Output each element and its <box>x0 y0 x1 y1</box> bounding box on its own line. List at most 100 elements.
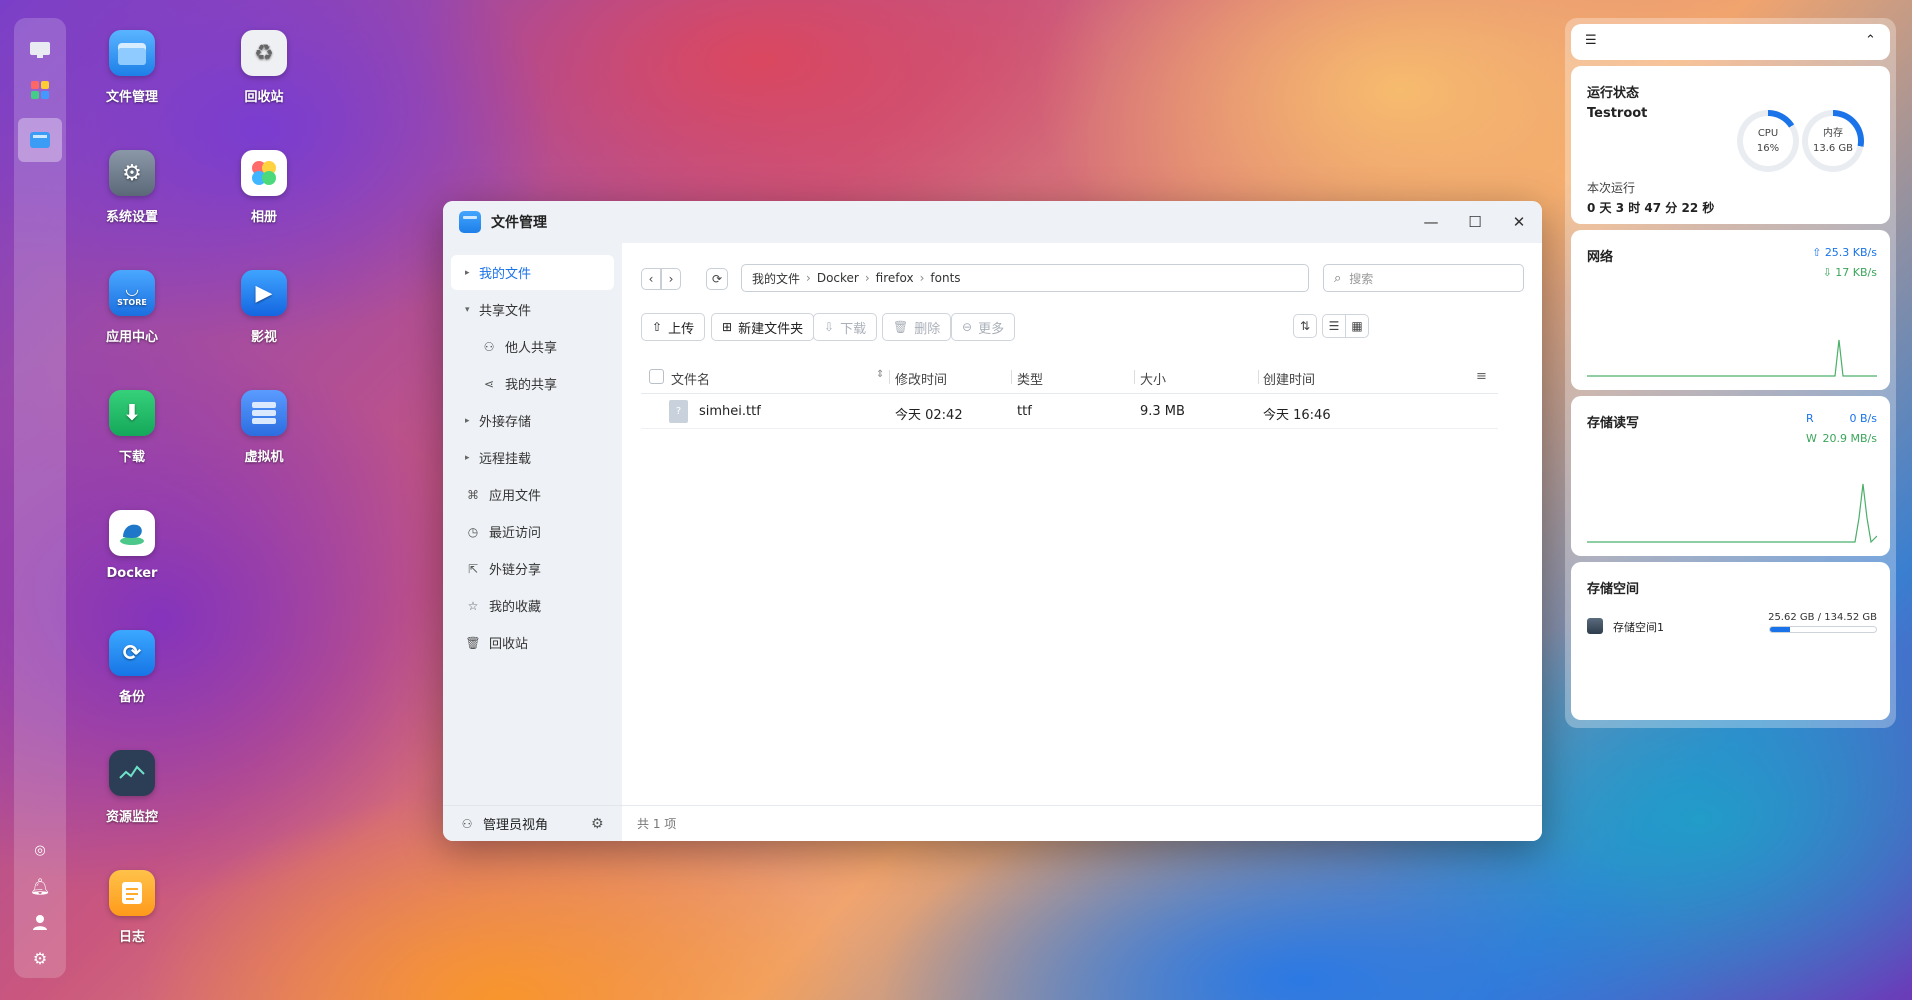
dock-file-manager-icon[interactable] <box>18 118 62 162</box>
breadcrumb-item[interactable]: firefox <box>876 271 914 285</box>
desktop-app-settings[interactable]: ⚙ 系统设置 <box>77 150 187 225</box>
view-settings-gear-icon[interactable]: ⚙ <box>591 816 604 832</box>
breadcrumb-item[interactable]: Docker <box>817 271 859 285</box>
column-settings-icon[interactable]: ≡ <box>1476 369 1487 384</box>
sidebar-item-link-share[interactable]: ⇱ 外链分享 <box>451 551 614 586</box>
external-link-icon: ⇱ <box>467 561 479 576</box>
maximize-icon[interactable]: ☐ <box>1462 209 1488 235</box>
caret-right-icon: ▸ <box>465 415 470 426</box>
desktop-app-label: 应用中心 <box>105 330 158 345</box>
sidebar-item-label: 我的收藏 <box>489 600 542 615</box>
download-icon: ⇩ <box>824 320 835 334</box>
admin-view-toggle[interactable]: ⚇ 管理员视角 ⚙ <box>443 805 622 841</box>
breadcrumb-item-current[interactable]: fonts <box>930 271 960 285</box>
desktop-app-store[interactable]: ◡ STORE 应用中心 <box>77 270 187 345</box>
delete-label: 删除 <box>914 321 941 337</box>
sidebar-item-label: 我的文件 <box>479 267 532 282</box>
network-title: 网络 <box>1587 250 1614 265</box>
sort-icon[interactable]: ⇕ <box>876 369 884 380</box>
desktop-icon[interactable] <box>26 36 54 64</box>
storage-title: 存储空间 <box>1587 582 1640 597</box>
new-folder-button[interactable]: ⊞ 新建文件夹 <box>711 313 815 341</box>
sidebar-item-favorites[interactable]: ☆ 我的收藏 <box>451 588 614 623</box>
download-button[interactable]: ⇩ 下载 <box>813 313 878 341</box>
window-titlebar[interactable]: 文件管理 — ☐ ✕ <box>443 201 1542 243</box>
sidebar-item-app-files[interactable]: ⌘ 应用文件 <box>451 477 614 512</box>
list-view-icon[interactable]: ☰ <box>1322 314 1346 338</box>
desktop-app-label: 文件管理 <box>105 90 158 105</box>
search-input[interactable]: ⌕ 搜索 <box>1323 264 1524 292</box>
table-header: 文件名 ⇕ 修改时间 类型 大小 创建时间 ≡ <box>641 360 1498 394</box>
store-icon: ◡ STORE <box>109 270 155 316</box>
desktop-app-file-manager[interactable]: 文件管理 <box>77 30 187 105</box>
more-button[interactable]: ⊖ 更多 <box>951 313 1016 341</box>
caret-right-icon: ▸ <box>465 452 470 463</box>
settings-gear-icon[interactable]: ⚙ <box>26 944 54 972</box>
close-icon[interactable]: ✕ <box>1506 209 1532 235</box>
run-status-title: 运行状态 <box>1587 86 1640 101</box>
sync-icon[interactable]: ◎ <box>26 836 54 864</box>
upload-button[interactable]: ⇧ 上传 <box>641 313 706 341</box>
network-download-rate: ⇩ 17 KB/s <box>1801 266 1877 279</box>
desktop-app-recycle-bin[interactable]: ♻ 回收站 <box>209 30 319 105</box>
desktop-app-photos[interactable]: 相册 <box>209 150 319 225</box>
breadcrumb-item[interactable]: 我的文件 <box>752 270 800 287</box>
sidebar-item-my-shares[interactable]: ⋖ 我的共享 <box>451 366 614 401</box>
desktop-app-log[interactable]: 日志 <box>77 870 187 945</box>
widget-settings-icon[interactable]: ☰ <box>1585 33 1597 48</box>
sort-button[interactable]: ⇅ <box>1293 314 1317 338</box>
app-launcher-icon[interactable] <box>26 76 54 104</box>
file-name[interactable]: simhei.ttf <box>699 404 761 419</box>
sidebar-item-label: 远程挂载 <box>479 452 532 467</box>
desktop-app-label: 资源监控 <box>105 810 158 825</box>
upload-label: 上传 <box>668 321 695 337</box>
desktop-app-label: 日志 <box>118 930 145 945</box>
search-placeholder: 搜索 <box>1349 271 1374 286</box>
share-icon: ⋖ <box>483 376 495 391</box>
user-icon[interactable] <box>26 908 54 936</box>
refresh-button[interactable]: ⟳ <box>706 268 728 290</box>
desktop-app-backup[interactable]: ⟳ 备份 <box>77 630 187 705</box>
sidebar-item-label: 回收站 <box>489 637 529 652</box>
host-name: Testroot <box>1587 106 1648 121</box>
desktop-app-label: 影视 <box>250 330 277 345</box>
column-header-modified[interactable]: 修改时间 <box>895 369 947 388</box>
breadcrumb[interactable]: 我的文件 › Docker › firefox › fonts <box>741 264 1309 292</box>
sidebar-item-remote-mount[interactable]: ▸ 远程挂载 <box>451 440 614 475</box>
column-header-name[interactable]: 文件名 <box>671 369 710 388</box>
forward-button[interactable]: › <box>661 268 681 290</box>
sidebar-item-shared-files[interactable]: ▾ 共享文件 <box>451 292 614 327</box>
people-icon: ⚇ <box>483 339 495 354</box>
widget-toolbar: ☰ ⌃ <box>1571 24 1890 60</box>
sidebar-item-my-files[interactable]: ▸ 我的文件 <box>451 255 614 290</box>
grid-view-icon[interactable]: ▦ <box>1345 314 1369 338</box>
bell-icon[interactable]: 🔔︎ <box>26 872 54 900</box>
desktop-app-docker[interactable]: Docker <box>77 510 187 581</box>
desktop-app-label: 备份 <box>118 690 145 705</box>
disk-io-card: 存储读写 R 0 B/s W 20.9 MB/s <box>1571 396 1890 556</box>
desktop-app-video[interactable]: ▶ 影视 <box>209 270 319 345</box>
sidebar-item-external-storage[interactable]: ▸ 外接存储 <box>451 403 614 438</box>
desktop-app-monitor[interactable]: 资源监控 <box>77 750 187 825</box>
desktop-app-vm[interactable]: 虚拟机 <box>209 390 319 465</box>
column-header-type[interactable]: 类型 <box>1017 369 1043 388</box>
column-header-size[interactable]: 大小 <box>1140 369 1166 388</box>
desktop-app-download[interactable]: ⬇ 下载 <box>77 390 187 465</box>
cpu-gauge: CPU 16% <box>1737 110 1799 172</box>
select-all-checkbox[interactable] <box>649 369 664 384</box>
back-button[interactable]: ‹ <box>641 268 661 290</box>
admin-view-label: 管理员视角 <box>483 818 549 833</box>
sidebar-item-others-shared[interactable]: ⚇ 他人共享 <box>451 329 614 364</box>
delete-button[interactable]: 🗑︎ 删除 <box>882 313 952 341</box>
column-divider <box>1011 370 1012 384</box>
cpu-label: CPU <box>1757 128 1779 139</box>
minimize-icon[interactable]: — <box>1418 209 1444 235</box>
storage-name: 存储空间1 <box>1613 621 1664 634</box>
download-icon: ⬇ <box>109 390 155 436</box>
collapse-icon[interactable]: ⌃ <box>1865 33 1876 48</box>
sidebar-item-recent[interactable]: ◷ 最近访问 <box>451 514 614 549</box>
column-header-created[interactable]: 创建时间 <box>1263 369 1315 388</box>
sidebar-item-trash[interactable]: 🗑︎ 回收站 <box>451 625 614 660</box>
video-icon: ▶ <box>241 270 287 316</box>
table-row[interactable]: ? simhei.ttf 今天 02:42 ttf 9.3 MB 今天 16:4… <box>641 395 1498 429</box>
